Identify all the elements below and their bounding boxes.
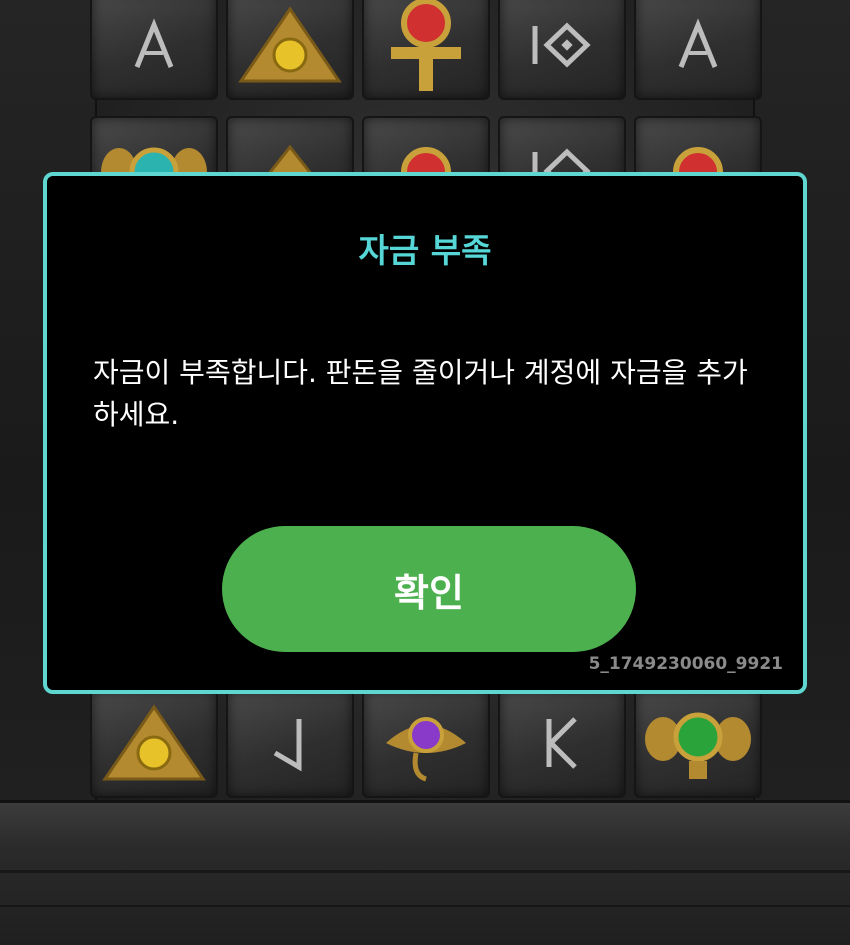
letter-a-rune-icon: [678, 18, 718, 68]
symbol-diamond-tile: [498, 0, 626, 100]
confirm-button[interactable]: 확인: [222, 526, 636, 652]
green-scarab-icon: [645, 712, 751, 779]
eye-of-providence-icon: [102, 704, 206, 781]
floor-divider: [0, 870, 850, 873]
symbol-pyramid-tile: [90, 688, 218, 798]
letter-a-rune-icon: [134, 18, 174, 68]
symbol-scarab-tile: [634, 688, 762, 798]
purple-eye-of-horus-icon: [386, 717, 466, 782]
symbol-a-rune-tile: [90, 0, 218, 100]
letter-k-rune-icon: [546, 717, 577, 769]
eye-of-providence-icon: [238, 6, 342, 83]
letter-l-rune-icon: [273, 719, 302, 772]
symbol-k-rune-tile: [498, 688, 626, 798]
session-id-label: 5_1749230060_9921: [588, 654, 783, 674]
dialog-title: 자금 부족: [358, 231, 492, 270]
red-ankh-icon: [391, 0, 461, 91]
floor-divider: [0, 905, 850, 907]
symbol-ankh-tile: [362, 0, 490, 100]
diamond-rune-icon: [532, 22, 591, 68]
insufficient-funds-dialog: 자금 부족 자금이 부족합니다. 판돈을 줄이거나 계정에 자금을 추가하세요.…: [43, 172, 807, 694]
symbol-l-rune-tile: [226, 688, 354, 798]
symbol-pyramid-tile: [226, 0, 354, 100]
symbol-eye-tile: [362, 688, 490, 798]
dialog-message: 자금이 부족합니다. 판돈을 줄이거나 계정에 자금을 추가하세요.: [93, 356, 748, 431]
symbol-a-rune-tile: [634, 0, 762, 100]
